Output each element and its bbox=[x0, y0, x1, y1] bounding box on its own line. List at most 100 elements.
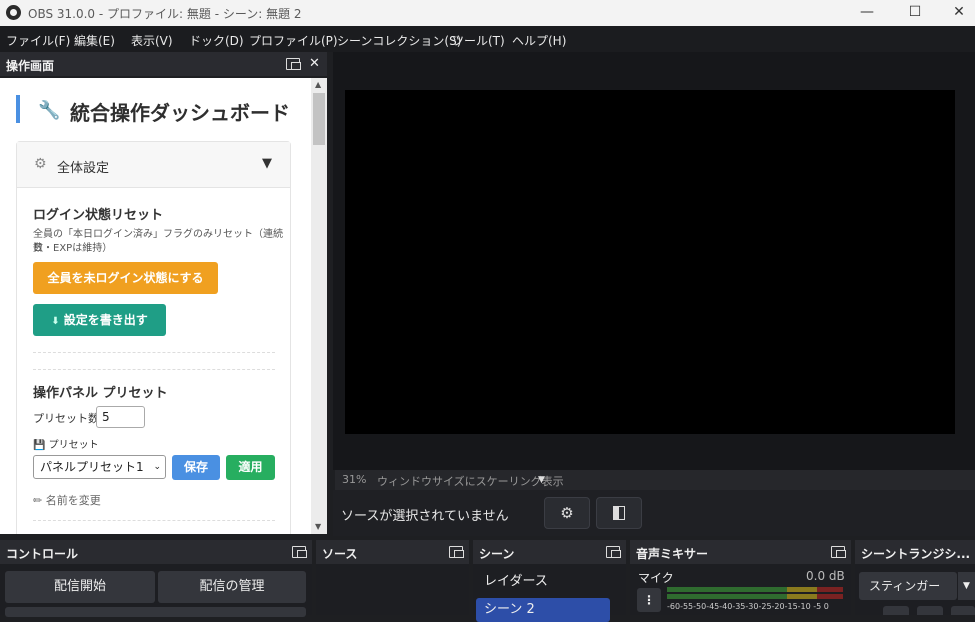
manage-stream-button[interactable]: 配信の管理 bbox=[158, 571, 306, 603]
meter-yellow bbox=[787, 594, 817, 599]
scenes-dock-header: シーン bbox=[473, 540, 626, 564]
collapse-caret-icon[interactable]: ▼ bbox=[262, 156, 272, 171]
menu-view[interactable]: 表示(V) bbox=[131, 32, 173, 49]
float-dock-icon[interactable] bbox=[606, 546, 621, 558]
preset-count-input[interactable]: 5 bbox=[96, 406, 145, 428]
mixer-title: 音声ミキサー bbox=[636, 547, 709, 561]
meter-scale: -60-55-50-45-40-35-30-25-20-15-10 -5 0 bbox=[667, 602, 829, 611]
add-transition-button[interactable] bbox=[883, 606, 909, 615]
float-dock-icon[interactable] bbox=[449, 546, 464, 558]
menu-bar: ファイル(F) 編集(E) 表示(V) ドック(D) プロファイル(P) シーン… bbox=[0, 26, 975, 52]
menu-docks[interactable]: ドック(D) bbox=[189, 32, 244, 49]
meter-red bbox=[817, 587, 843, 592]
meter-red bbox=[817, 594, 843, 599]
gear-icon: ⚙ bbox=[34, 156, 47, 172]
preview-status-bar: 31% ウィンドウサイズにスケーリング表示 ▼ bbox=[335, 470, 975, 490]
dashboard-title: 統合操作ダッシュボード bbox=[70, 101, 290, 125]
settings-card-header[interactable]: ⚙ 全体設定 ▼ bbox=[17, 142, 290, 188]
zoom-level: 31% bbox=[342, 473, 367, 486]
login-reset-title: ログイン状態リセット bbox=[33, 208, 164, 223]
controls-dock: 配信開始 配信の管理 bbox=[0, 564, 312, 617]
scene-item[interactable]: レイダース bbox=[476, 570, 610, 594]
source-properties-gear-icon[interactable]: ⚙ bbox=[544, 497, 590, 529]
preset-count-label: プリセット数 bbox=[33, 412, 99, 425]
export-icon: ⬇ bbox=[51, 316, 60, 327]
scroll-up-icon[interactable]: ▲ bbox=[315, 80, 321, 89]
mixer-dock-header: 音声ミキサー bbox=[630, 540, 851, 564]
menu-edit[interactable]: 編集(E) bbox=[74, 32, 115, 49]
mixer-dock: マイク 0.0 dB ⋮ -60-55-50-45-40-35-30-25-20… bbox=[630, 564, 851, 615]
divider bbox=[33, 369, 275, 370]
preset-title: 操作パネル プリセット bbox=[33, 386, 168, 401]
preview-canvas[interactable] bbox=[345, 90, 955, 434]
scroll-down-icon[interactable]: ▼ bbox=[315, 522, 321, 531]
source-filters-icon[interactable] bbox=[596, 497, 642, 529]
remove-transition-button[interactable] bbox=[917, 606, 943, 615]
sources-list[interactable] bbox=[316, 564, 469, 615]
scroll-thumb[interactable] bbox=[313, 93, 325, 145]
login-reset-desc-2: 数・EXPは維持） bbox=[33, 243, 113, 254]
window-title: OBS 31.0.0 - プロファイル: 無題 - シーン: 無題 2 bbox=[28, 7, 302, 21]
preset-label-text: プリセット bbox=[48, 440, 99, 451]
float-dock-icon[interactable] bbox=[831, 546, 846, 558]
wrench-icon: 🔧 bbox=[38, 100, 61, 121]
float-dock-icon[interactable] bbox=[286, 58, 301, 70]
scene-item-selected[interactable]: シーン 2 bbox=[476, 598, 610, 622]
rename-link[interactable]: ✏ 名前を変更 bbox=[33, 492, 101, 508]
float-dock-icon[interactable] bbox=[292, 546, 307, 558]
divider bbox=[33, 520, 275, 521]
meter-green bbox=[667, 587, 787, 592]
transitions-dock-header: シーントランジシ... bbox=[855, 540, 975, 564]
menu-scene-collection[interactable]: シーンコレクション(S) bbox=[337, 32, 461, 49]
dashboard-accent-bar bbox=[16, 95, 20, 123]
ops-dock-header: 操作画面 ✕ bbox=[0, 52, 327, 76]
transition-select[interactable]: スティンガー bbox=[859, 572, 957, 600]
chevron-down-icon: ⌄ bbox=[153, 462, 161, 472]
transitions-dock: スティンガー ▼ bbox=[855, 564, 975, 615]
source-toolbar: ソースが選択されていません ⚙ bbox=[333, 490, 975, 536]
divider bbox=[33, 352, 275, 353]
scenes-title: シーン bbox=[479, 547, 515, 561]
title-bar: OBS 31.0.0 - プロファイル: 無題 - シーン: 無題 2 — ☐ … bbox=[0, 0, 975, 26]
preset-selected: パネルプリセット1 bbox=[40, 460, 144, 474]
scaling-dropdown-icon[interactable]: ▼ bbox=[538, 475, 545, 485]
menu-tools[interactable]: ツール(T) bbox=[452, 32, 505, 49]
no-source-message: ソースが選択されていません bbox=[341, 509, 509, 524]
minimize-button[interactable]: — bbox=[844, 0, 890, 26]
preset-label: 💾 プリセット bbox=[33, 436, 99, 451]
controls-dock-header: コントロール bbox=[0, 540, 312, 564]
preset-save-button[interactable]: 保存 bbox=[172, 455, 220, 480]
settings-card: ⚙ 全体設定 ▼ ログイン状態リセット 全員の「本日ログイン済み」フラグのみリセ… bbox=[16, 141, 291, 534]
preset-apply-button[interactable]: 適用 bbox=[226, 455, 275, 480]
scaling-mode: ウィンドウサイズにスケーリング表示 bbox=[377, 475, 564, 488]
preset-select[interactable]: パネルプリセット1 ⌄ bbox=[33, 455, 166, 479]
ops-dock-title: 操作画面 bbox=[6, 59, 55, 73]
menu-help[interactable]: ヘルプ(H) bbox=[512, 32, 566, 49]
pencil-icon: ✏ bbox=[33, 494, 43, 507]
sources-dock-header: ソース bbox=[316, 540, 469, 564]
export-settings-label: 設定を書き出す bbox=[63, 313, 148, 327]
settings-card-title: 全体設定 bbox=[57, 161, 110, 176]
meter-yellow bbox=[787, 587, 817, 592]
mixer-menu-icon[interactable]: ⋮ bbox=[637, 588, 661, 612]
save-disk-icon: 💾 bbox=[33, 440, 46, 451]
export-settings-button[interactable]: ⬇ 設定を書き出す bbox=[33, 304, 166, 336]
maximize-button[interactable]: ☐ bbox=[892, 0, 938, 26]
reset-login-button[interactable]: 全員を未ログイン状態にする bbox=[33, 262, 218, 294]
start-stream-button[interactable]: 配信開始 bbox=[5, 571, 155, 603]
close-dock-icon[interactable]: ✕ bbox=[309, 56, 320, 71]
ops-panel: 🔧 統合操作ダッシュボード ⚙ 全体設定 ▼ ログイン状態リセット 全員の「本日… bbox=[0, 78, 311, 534]
transitions-title: シーントランジシ... bbox=[861, 547, 971, 561]
transition-dropdown-icon[interactable]: ▼ bbox=[958, 572, 975, 600]
controls-title: コントロール bbox=[6, 547, 79, 561]
meter-green bbox=[667, 594, 787, 599]
menu-profile[interactable]: プロファイル(P) bbox=[249, 32, 338, 49]
next-control-button[interactable] bbox=[5, 607, 306, 617]
close-button[interactable]: ✕ bbox=[936, 0, 975, 26]
ops-scrollbar[interactable]: ▲ ▼ bbox=[311, 78, 327, 534]
mic-level: 0.0 dB bbox=[806, 569, 845, 583]
mic-channel-label: マイク bbox=[638, 571, 674, 585]
sources-title: ソース bbox=[322, 547, 358, 561]
menu-file[interactable]: ファイル(F) bbox=[6, 32, 70, 49]
transition-props-button[interactable] bbox=[951, 606, 975, 615]
